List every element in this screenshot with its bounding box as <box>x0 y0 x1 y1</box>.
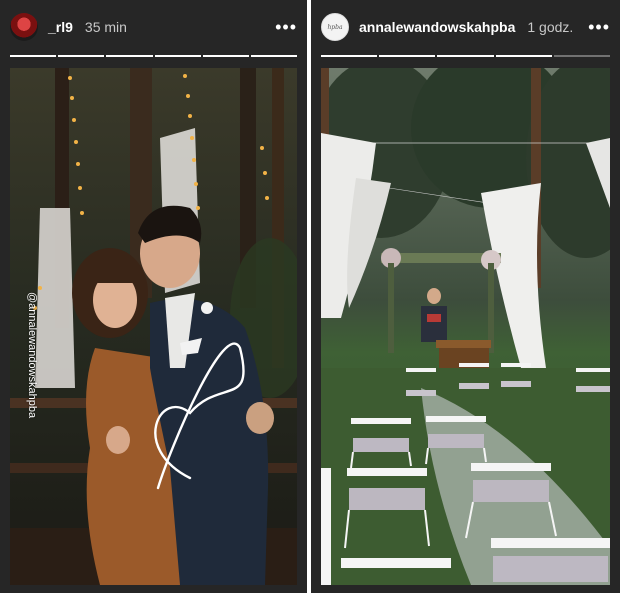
progress-segment <box>106 55 153 57</box>
progress-segment <box>321 55 378 57</box>
username[interactable]: _rl9 <box>48 19 73 35</box>
progress-segment <box>58 55 105 57</box>
timestamp: 1 godz. <box>527 19 574 35</box>
progress-segment <box>154 55 201 57</box>
story-header: _rl9 35 min ••• <box>10 12 297 42</box>
more-options-icon[interactable]: ••• <box>588 18 610 36</box>
story-progress-bar <box>10 55 298 58</box>
user-avatar[interactable]: hpba <box>321 13 349 41</box>
story-photo-couple-embrace[interactable] <box>10 68 297 585</box>
story-progress-bar <box>321 55 611 58</box>
progress-segment <box>379 55 436 57</box>
user-avatar[interactable] <box>10 13 38 41</box>
more-options-icon[interactable]: ••• <box>275 18 297 36</box>
ceremony-photo-illustration <box>321 68 610 585</box>
progress-segment <box>495 55 552 57</box>
progress-segment <box>250 55 298 57</box>
couple-photo-illustration <box>10 68 297 585</box>
username[interactable]: annalewandowskahpba <box>359 19 515 35</box>
brand-logo-icon: hpba <box>327 23 343 31</box>
progress-segment <box>553 55 611 57</box>
progress-segment <box>202 55 249 57</box>
mention-sticker[interactable]: @annalewandowskahpba <box>26 292 38 418</box>
story-header: hpba annalewandowskahpba 1 godz. ••• <box>321 12 610 42</box>
story-panel-right[interactable]: hpba annalewandowskahpba 1 godz. ••• <box>311 0 620 593</box>
progress-segment <box>10 55 57 57</box>
progress-segment <box>437 55 494 57</box>
story-photo-outdoor-ceremony[interactable] <box>321 68 610 585</box>
timestamp: 35 min <box>84 19 127 35</box>
story-panel-left[interactable]: _rl9 35 min ••• @annalewandowskahpba <box>0 0 307 593</box>
